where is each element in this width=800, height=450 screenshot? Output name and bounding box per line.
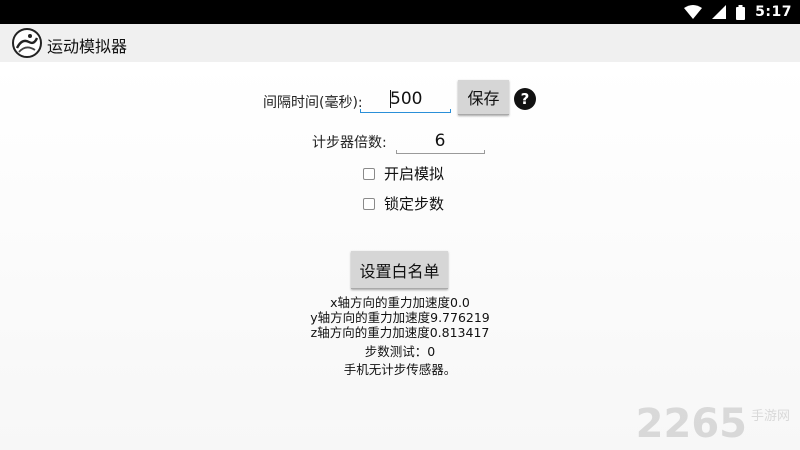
set-whitelist-button[interactable]: 设置白名单 <box>351 251 448 289</box>
save-button[interactable]: 保存 <box>458 80 509 115</box>
watermark-number: 2265 <box>635 401 747 447</box>
z-gravity-text: z轴方向的重力加速度0.813417 <box>310 325 490 340</box>
multiplier-label: 计步器倍数: <box>312 135 387 151</box>
step-test-text: 步数测试：0 <box>364 344 436 359</box>
text-cursor <box>390 90 391 108</box>
help-icon[interactable]: ? <box>514 88 536 110</box>
watermark: 2265 手游网 <box>636 404 790 444</box>
x-gravity-text: x轴方向的重力加速度0.0 <box>330 295 470 310</box>
enable-simulation-option[interactable]: 开启模拟 <box>363 163 444 184</box>
enable-simulation-checkbox[interactable] <box>363 167 375 180</box>
app-logo-icon[interactable] <box>12 28 42 58</box>
wifi-icon <box>684 5 703 19</box>
multiplier-underline <box>396 150 485 154</box>
status-time: 5:17 <box>755 4 792 20</box>
main-content: 间隔时间(毫秒): 保存 ? 计步器倍数: 开启模拟 锁定步数 设置白名单 x轴… <box>0 62 800 450</box>
signal-icon <box>712 5 727 19</box>
lock-steps-checkbox[interactable] <box>363 197 375 210</box>
app-title: 运动模拟器 <box>47 37 128 56</box>
y-gravity-text: y轴方向的重力加速度9.776219 <box>310 310 490 325</box>
sensor-status-text: 手机无计步传感器。 <box>343 362 457 377</box>
interval-underline <box>360 109 451 113</box>
lock-steps-label: 锁定步数 <box>384 195 445 213</box>
enable-simulation-label: 开启模拟 <box>384 165 445 183</box>
lock-steps-option[interactable]: 锁定步数 <box>363 193 444 214</box>
watermark-text: 手游网 <box>750 409 790 424</box>
interval-label: 间隔时间(毫秒): <box>263 95 363 111</box>
status-bar: 5:17 <box>0 0 800 24</box>
status-icons: 5:17 <box>684 3 792 21</box>
action-bar: 运动模拟器 <box>0 24 800 62</box>
battery-icon <box>736 4 746 20</box>
